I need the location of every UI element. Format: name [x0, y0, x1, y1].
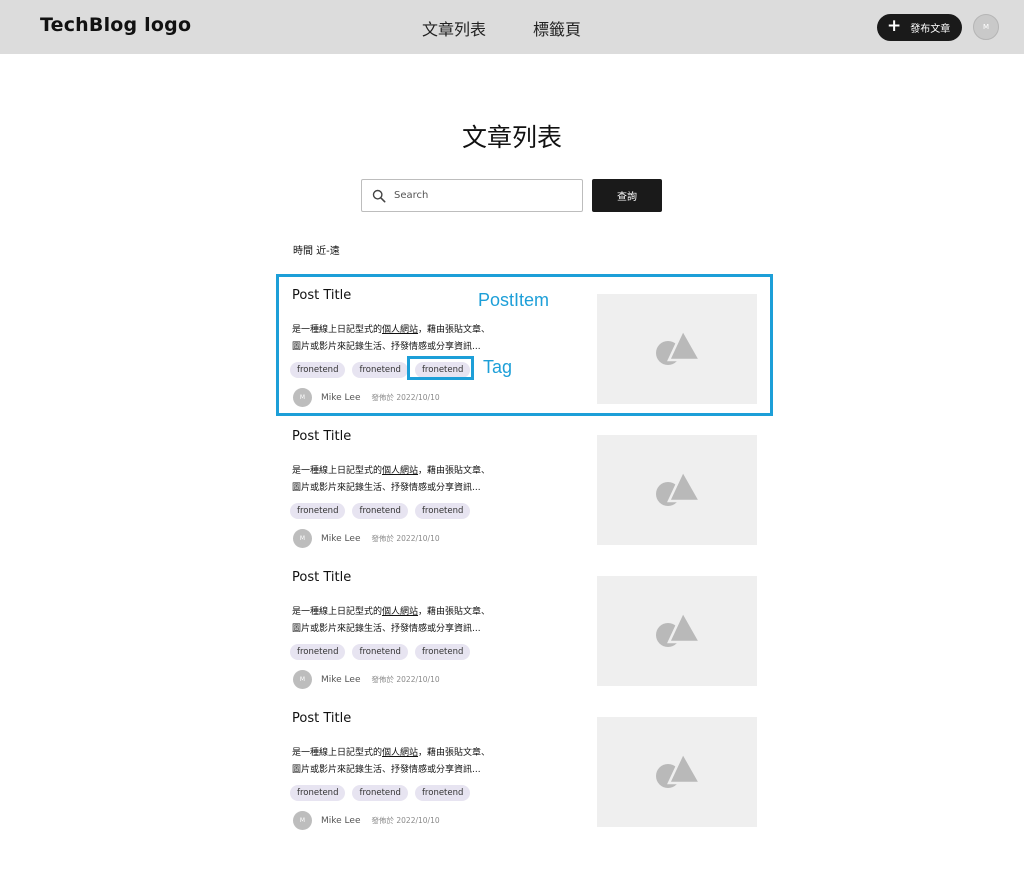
plus-icon: + — [887, 16, 902, 36]
post-thumbnail[interactable] — [597, 435, 757, 545]
site-logo[interactable]: TechBlog logo — [40, 14, 191, 36]
post-excerpt: 是一種線上日記型式的個人網站，藉由張貼文章、 圖片或影片來記錄生活、抒發情感或分… — [292, 322, 522, 356]
post-excerpt: 是一種線上日記型式的個人網站，藉由張貼文章、 圖片或影片來記錄生活、抒發情感或分… — [292, 604, 522, 638]
nav-article-list[interactable]: 文章列表 — [422, 16, 486, 40]
author-name[interactable]: Mike Lee — [321, 816, 361, 826]
publish-post-button[interactable]: + 發布文章 — [877, 14, 962, 41]
search-icon — [372, 189, 386, 202]
top-nav-bar: TechBlog logo 文章列表 標籤頁 + 發布文章 M — [0, 0, 1024, 54]
tag[interactable]: fronetend — [352, 785, 408, 801]
tag[interactable]: fronetend — [414, 644, 471, 660]
excerpt-text: 圖片或影片來記錄生活、抒發情感或分享資訊... — [292, 765, 481, 775]
post-author: M Mike Lee 發佈於 2022/10/10 — [293, 811, 440, 830]
tag[interactable]: fronetend — [290, 362, 346, 378]
post-item[interactable]: Post Title 是一種線上日記型式的個人網站，藉由張貼文章、 圖片或影片來… — [277, 699, 771, 839]
tag-list: fronetend fronetend fronetend — [290, 503, 471, 519]
nav-tags-page[interactable]: 標籤頁 — [533, 16, 581, 40]
excerpt-text: ，藉由張貼文章、 — [418, 325, 491, 335]
user-avatar[interactable]: M — [973, 14, 999, 40]
tag[interactable]: fronetend — [290, 644, 346, 660]
post-thumbnail[interactable] — [597, 294, 757, 404]
excerpt-link[interactable]: 個人網站 — [382, 466, 418, 476]
post-excerpt: 是一種線上日記型式的個人網站，藉由張貼文章、 圖片或影片來記錄生活、抒發情感或分… — [292, 745, 522, 779]
search-input[interactable] — [394, 190, 564, 201]
tag[interactable]: fronetend — [414, 785, 471, 801]
excerpt-text: ，藉由張貼文章、 — [418, 748, 491, 758]
post-date: 發佈於 2022/10/10 — [371, 675, 440, 684]
post-date: 發佈於 2022/10/10 — [371, 393, 440, 402]
excerpt-link[interactable]: 個人網站 — [382, 607, 418, 617]
excerpt-text: 是一種線上日記型式的 — [292, 748, 383, 758]
post-title[interactable]: Post Title — [292, 429, 351, 444]
author-name[interactable]: Mike Lee — [321, 393, 361, 403]
publish-post-label: 發布文章 — [910, 24, 951, 35]
excerpt-link[interactable]: 個人網站 — [382, 325, 418, 335]
excerpt-text: 圖片或影片來記錄生活、抒發情感或分享資訊... — [292, 483, 481, 493]
postitem-annotation-label: PostItem — [478, 290, 550, 310]
post-author: M Mike Lee 發佈於 2022/10/10 — [293, 388, 440, 407]
tag[interactable]: fronetend — [414, 503, 471, 519]
sort-order-toggle[interactable]: 時間 近-遠 — [293, 242, 340, 257]
excerpt-text: 圖片或影片來記錄生活、抒發情感或分享資訊... — [292, 624, 481, 634]
tag-list: fronetend fronetend fronetend — [290, 644, 471, 660]
post-title[interactable]: Post Title — [292, 711, 351, 726]
post-title[interactable]: Post Title — [292, 570, 351, 585]
search-button[interactable]: 查詢 — [592, 179, 662, 212]
post-author: M Mike Lee 發佈於 2022/10/10 — [293, 529, 440, 548]
excerpt-text: ，藉由張貼文章、 — [418, 607, 491, 617]
image-placeholder-icon — [656, 610, 701, 647]
post-item[interactable]: Post Title 是一種線上日記型式的個人網站，藉由張貼文章、 圖片或影片來… — [277, 558, 771, 698]
author-avatar[interactable]: M — [293, 811, 312, 830]
tag[interactable]: fronetend — [352, 644, 408, 660]
tag-annotation-label: Tag — [483, 357, 513, 377]
search-field[interactable] — [361, 179, 583, 212]
post-item[interactable]: Post Title 是一種線上日記型式的個人網站，藉由張貼文章、 圖片或影片來… — [277, 417, 771, 557]
excerpt-link[interactable]: 個人網站 — [382, 748, 418, 758]
author-avatar[interactable]: M — [293, 388, 312, 407]
excerpt-text: 圖片或影片來記錄生活、抒發情感或分享資訊... — [292, 342, 481, 352]
tag-list: fronetend fronetend fronetend — [290, 362, 471, 378]
post-thumbnail[interactable] — [597, 717, 757, 827]
excerpt-text: 是一種線上日記型式的 — [292, 607, 383, 617]
author-name[interactable]: Mike Lee — [321, 534, 361, 544]
tag[interactable]: fronetend — [290, 503, 346, 519]
tag-list: fronetend fronetend fronetend — [290, 785, 471, 801]
image-placeholder-icon — [656, 751, 701, 788]
image-placeholder-icon — [656, 328, 701, 365]
author-avatar[interactable]: M — [293, 529, 312, 548]
post-author: M Mike Lee 發佈於 2022/10/10 — [293, 670, 440, 689]
excerpt-text: 是一種線上日記型式的 — [292, 466, 383, 476]
author-name[interactable]: Mike Lee — [321, 675, 361, 685]
tag[interactable]: fronetend — [290, 785, 346, 801]
page-title: 文章列表 — [461, 123, 562, 152]
tag[interactable]: fronetend — [352, 362, 408, 378]
tag[interactable]: fronetend — [352, 503, 408, 519]
post-date: 發佈於 2022/10/10 — [371, 816, 440, 825]
excerpt-text: 是一種線上日記型式的 — [292, 325, 383, 335]
image-placeholder-icon — [656, 469, 701, 506]
post-date: 發佈於 2022/10/10 — [371, 534, 440, 543]
post-excerpt: 是一種線上日記型式的個人網站，藉由張貼文章、 圖片或影片來記錄生活、抒發情感或分… — [292, 463, 522, 497]
author-avatar[interactable]: M — [293, 670, 312, 689]
excerpt-text: ，藉由張貼文章、 — [418, 466, 491, 476]
post-thumbnail[interactable] — [597, 576, 757, 686]
post-title[interactable]: Post Title — [292, 288, 351, 303]
tag[interactable]: fronetend — [414, 362, 471, 378]
